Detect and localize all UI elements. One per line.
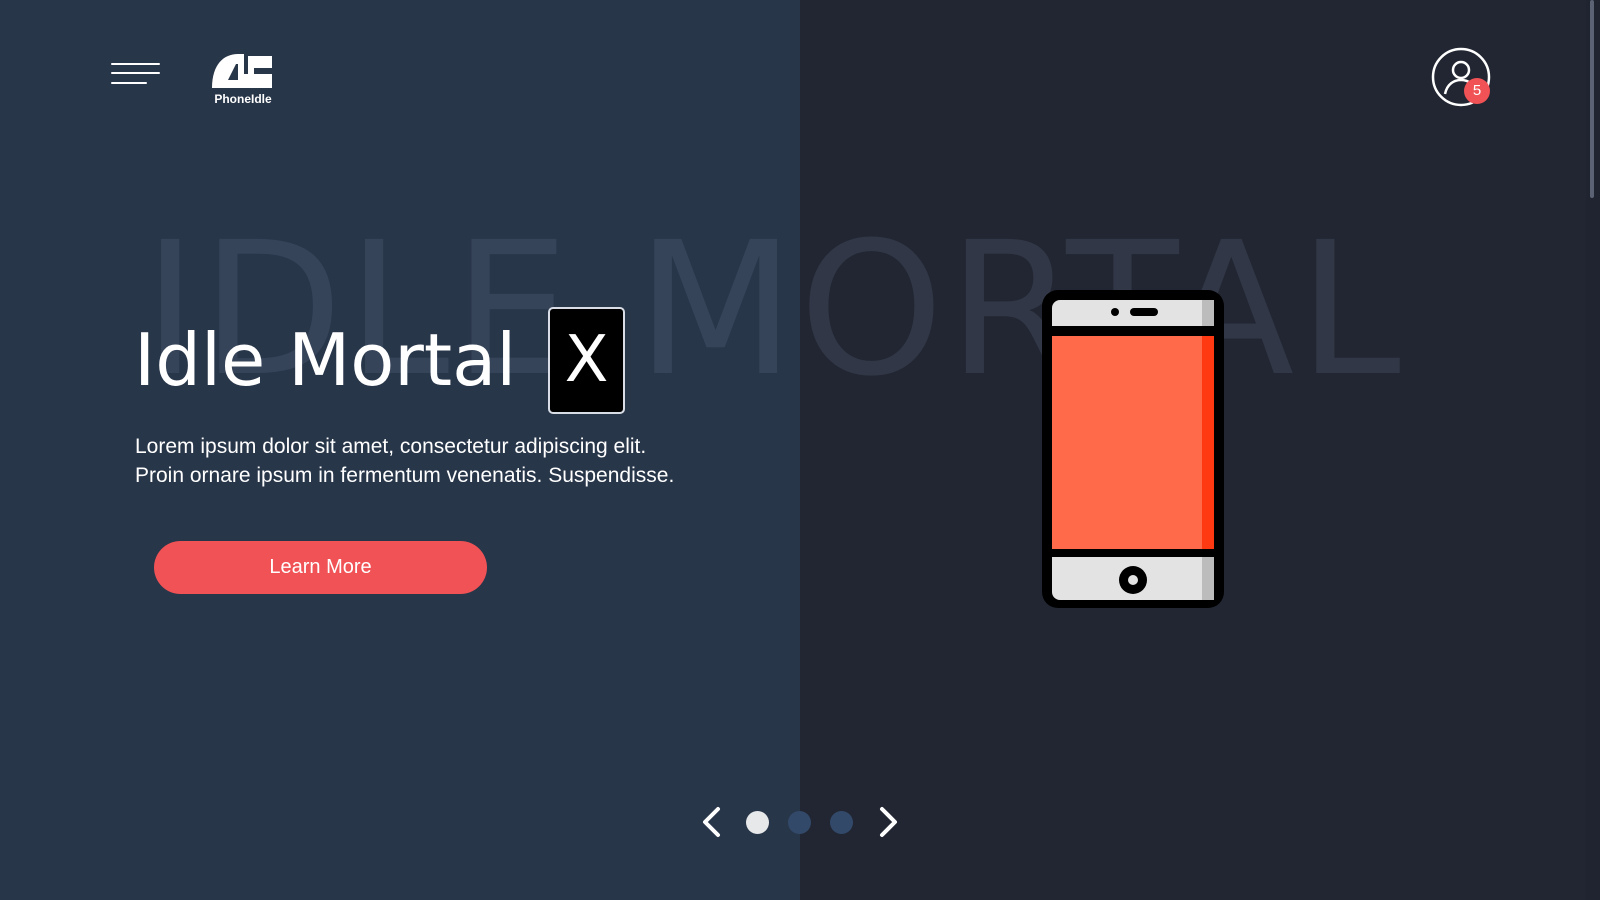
page-scrollbar[interactable] — [1586, 0, 1600, 900]
hamburger-menu-icon — [111, 63, 160, 65]
carousel-dot-2[interactable] — [788, 811, 811, 834]
notification-badge: 5 — [1464, 78, 1490, 104]
brand-logo[interactable]: PhoneIdle — [210, 50, 282, 108]
carousel-pagination — [690, 800, 910, 844]
menu-button[interactable] — [111, 60, 161, 92]
carousel-dot-3[interactable] — [830, 811, 853, 834]
title-badge-x: X — [548, 307, 625, 414]
chevron-left-icon[interactable] — [698, 806, 724, 838]
hero-description: Lorem ipsum dolor sit amet, consectetur … — [135, 435, 675, 487]
learn-more-button[interactable]: Learn More — [154, 541, 487, 594]
chevron-right-icon[interactable] — [876, 806, 902, 838]
brand-name: PhoneIdle — [214, 92, 272, 106]
hero-title: Idle Mortal — [134, 318, 517, 402]
logo-icon — [212, 54, 272, 88]
smartphone-icon — [1042, 290, 1224, 608]
scrollbar-thumb[interactable] — [1590, 0, 1594, 198]
user-account-button[interactable]: 5 — [1430, 46, 1492, 108]
carousel-dot-1[interactable] — [746, 811, 769, 834]
